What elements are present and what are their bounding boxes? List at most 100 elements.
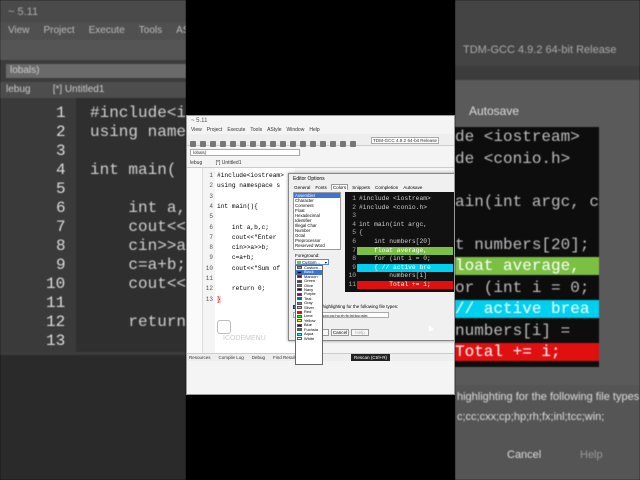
bottom-tab[interactable]: Resources (189, 355, 211, 360)
chart-icon[interactable] (330, 141, 336, 147)
scope-combo[interactable]: lobals) (190, 149, 300, 156)
element-item[interactable]: Reserved Word (294, 243, 340, 248)
file-tab[interactable]: [*] Untitled1 (216, 160, 242, 166)
code-line: c=a+b; (217, 254, 255, 262)
save-icon[interactable] (210, 141, 216, 147)
bg-line-number: 4 (56, 161, 66, 179)
stop-icon[interactable] (350, 141, 356, 147)
line-number: 1 (209, 172, 213, 179)
find-icon[interactable] (260, 141, 266, 147)
bottom-bar (186, 395, 455, 480)
ide-menu: View Project Execute Tools AStyle Window Help (187, 126, 454, 134)
bg-line-number: 12 (46, 313, 66, 331)
bg-toolbar (0, 40, 186, 60)
bg-preview-line: de <conio.h> (455, 149, 571, 168)
replace-icon[interactable] (270, 141, 276, 147)
bg-code-line: c=a+b; (90, 256, 186, 274)
open-icon[interactable] (200, 141, 206, 147)
bottom-tab[interactable]: Compile Log (219, 355, 244, 360)
undo-icon[interactable] (240, 141, 246, 147)
bg-line-number: 1 (56, 104, 66, 122)
ide-toolbar: TDM-GCC 4.9.2 64-bit Release (187, 134, 454, 147)
bg-line-number: 11 (46, 294, 66, 312)
dialog-tab[interactable]: Snippets (351, 185, 371, 190)
print-icon[interactable] (230, 141, 236, 147)
element-list[interactable]: Assembler Character Comment Float Hexadecima… (293, 192, 341, 250)
code-line: } (217, 295, 221, 303)
bg-gutter: 1 2 3 4 5 6 7 8 9 10 11 12 13 (0, 98, 76, 352)
bg-preview-line: // active brea (455, 300, 599, 318)
color-swatch (297, 275, 302, 279)
dialog-tab[interactable]: Colors (330, 184, 349, 190)
preview-code-line: #include <iostream> (359, 195, 431, 202)
code-line: cout<<"Sum of (217, 264, 281, 272)
compile-icon[interactable] (280, 141, 286, 147)
video-frame: ~ 5.11 View Project Execute Tools AStyle lob… (0, 0, 640, 480)
bg-dialog-bottom: highlighting for the following file type… (455, 385, 640, 480)
rebuild-icon[interactable] (310, 141, 316, 147)
preview-line-number: 11 (348, 281, 356, 288)
menu-item[interactable]: View (191, 127, 202, 133)
bg-title: ~ 5.11 (0, 0, 186, 22)
line-number: 6 (209, 223, 213, 231)
editor-options-dialog: Editor Options General Fonts Colors Snippet… (288, 173, 454, 365)
cancel-button[interactable]: Cancel (331, 329, 349, 336)
new-file-icon[interactable] (190, 141, 196, 147)
save-all-icon[interactable] (220, 141, 226, 147)
bg-line-number: 8 (56, 237, 66, 255)
preview-code-line: { // active bre (359, 263, 431, 271)
menu-item[interactable]: AStyle (267, 127, 281, 133)
ide-screenshot: ~ 5.11 View Project Execute Tools AStyle Wind… (186, 115, 455, 395)
dialog-tab[interactable]: Fonts (314, 185, 328, 190)
compiler-select[interactable]: TDM-GCC 4.9.2 64-bit Release (371, 137, 440, 144)
line-number: 7 (209, 233, 213, 241)
bg-combo: lobals) (6, 64, 186, 78)
bottom-tab[interactable]: Debug (252, 355, 265, 360)
code-line: int main(){ (217, 202, 258, 210)
color-dropdown[interactable]: Custom... Black Maroon Green Olive Navy Purple… (295, 265, 323, 365)
help-button[interactable]: Help (351, 329, 369, 336)
bg-menu-item: Project (43, 25, 75, 36)
color-swatch (297, 284, 302, 288)
menu-item[interactable]: Tools (250, 127, 262, 133)
color-swatch (297, 323, 302, 327)
dialog-tab[interactable]: General (293, 185, 311, 190)
ide-side-panel (187, 168, 203, 358)
bg-cancel: Cancel (507, 449, 542, 461)
menu-item[interactable]: Window (287, 127, 305, 133)
bg-menu-item: AStyle (176, 25, 186, 36)
preview-line-number: 4 (352, 220, 356, 228)
code-line: return 0; (217, 285, 266, 293)
code-line: int a,b,c; (217, 223, 269, 231)
preview-code-line: #include <conio.h> (359, 203, 428, 211)
bg-preview-line: numbers[i] = (455, 321, 571, 340)
menu-item[interactable]: Help (309, 127, 319, 133)
bg-line-number: 9 (56, 256, 66, 274)
side-tab-debug[interactable]: lebug (190, 160, 202, 166)
menu-item[interactable]: Execute (227, 127, 245, 133)
dialog-tab[interactable]: Completion (374, 185, 399, 190)
line-number: 11 (205, 275, 213, 282)
line-number: 10 (205, 264, 213, 272)
menu-item[interactable]: Project (207, 127, 223, 133)
preview-line-number: 8 (352, 255, 356, 263)
run-icon[interactable] (290, 141, 296, 147)
compile-run-icon[interactable] (300, 141, 306, 147)
color-swatch (297, 306, 302, 310)
color-option[interactable]: White (296, 336, 322, 341)
debug-icon[interactable] (320, 141, 326, 147)
blurred-background-left: ~ 5.11 View Project Execute Tools AStyle lob… (0, 0, 186, 480)
redo-icon[interactable] (250, 141, 256, 147)
foreground-label: Foreground: (295, 253, 320, 258)
color-swatch (297, 336, 302, 340)
preview-line-number: 7 (352, 246, 356, 254)
bg-line-number: 13 (46, 332, 66, 350)
dialog-tab[interactable]: Autosave (402, 185, 423, 190)
preview-line-number: 6 (352, 238, 356, 245)
bg-compiler: TDM-GCC 4.9.2 64-bit Release (455, 0, 640, 66)
bg-line-number: 3 (56, 142, 66, 160)
color-swatch (297, 301, 302, 305)
bg-menu: View Project Execute Tools AStyle (0, 22, 186, 40)
check-icon[interactable] (340, 141, 346, 147)
line-number: 13 (205, 295, 213, 303)
